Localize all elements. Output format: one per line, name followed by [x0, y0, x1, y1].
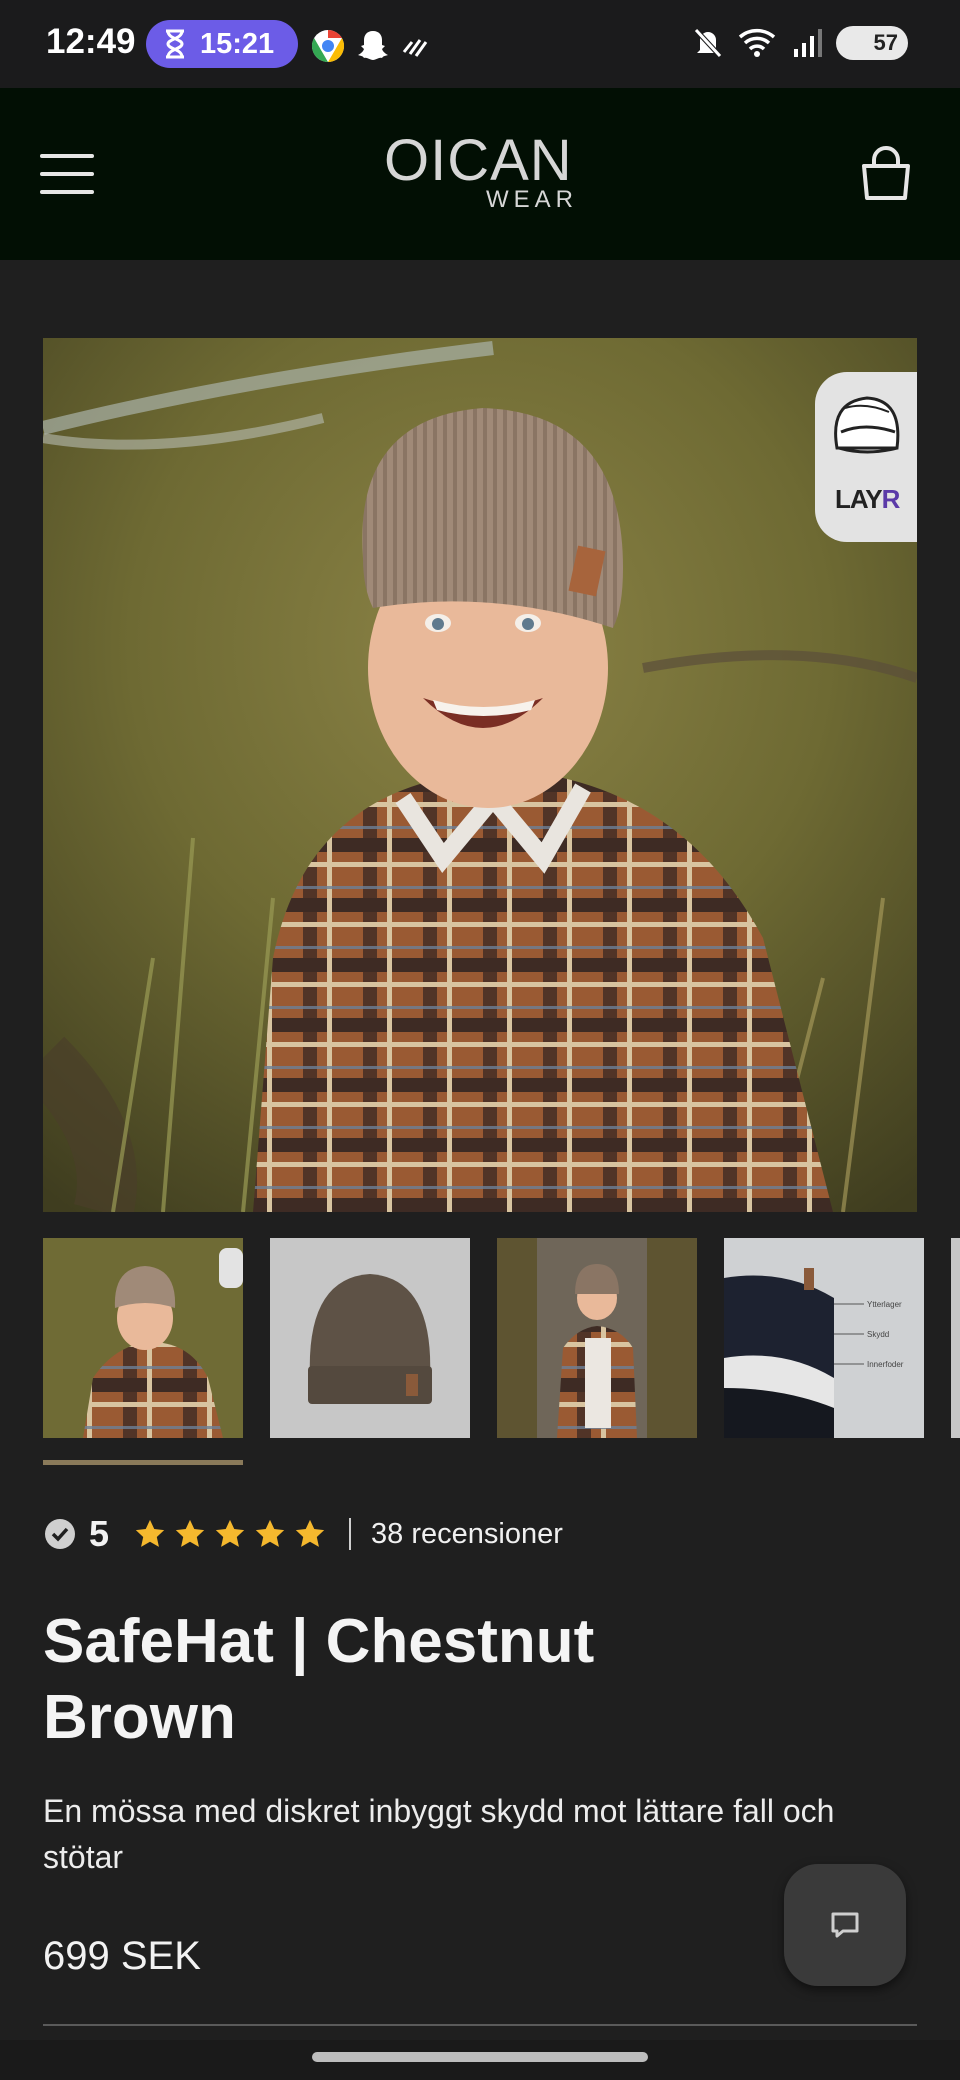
thumbnail-1[interactable] — [43, 1238, 243, 1438]
menu-button[interactable] — [40, 152, 96, 196]
timer-text: 15:21 — [200, 27, 275, 60]
layr-badge: LAYR — [815, 372, 917, 542]
hourglass-icon — [166, 29, 184, 59]
status-bar: 12:49 15:21 57 — [0, 0, 960, 88]
star-icon — [295, 1519, 325, 1547]
thumbnail-strip: Ytterlager Skydd Innerfoder — [43, 1238, 960, 1438]
layr-text-main: LAY — [835, 484, 883, 514]
system-icons: 57 — [692, 26, 908, 60]
battery-level: 57 — [873, 30, 898, 55]
battery-icon: 57 — [836, 26, 908, 60]
shopping-bag-icon — [862, 146, 910, 200]
home-gesture-handle[interactable] — [312, 2052, 648, 2062]
star-icon — [215, 1519, 245, 1547]
timer-pill: 15:21 — [146, 20, 298, 68]
section-divider — [43, 2024, 917, 2026]
star-icon — [135, 1519, 165, 1547]
logo-subtext: WEAR — [486, 186, 578, 213]
rating-row[interactable]: 5 38 recensioner — [43, 1512, 563, 1556]
signal-lines-icon — [402, 39, 428, 57]
status-time: 12:49 — [46, 22, 136, 61]
menu-icon — [40, 154, 94, 158]
thumbnail-3[interactable] — [497, 1238, 697, 1438]
layr-text-accent: R — [881, 484, 901, 514]
snapchat-icon — [358, 31, 388, 60]
layer-label-protection: Skydd — [867, 1330, 889, 1339]
thumbnail-active-indicator — [43, 1460, 243, 1465]
product-main-image[interactable] — [43, 338, 917, 1212]
layr-logo-text: LAYR — [835, 484, 901, 515]
product-description: En mössa med diskret inbyggt skydd mot l… — [43, 1793, 835, 1875]
menu-icon-line — [40, 190, 94, 194]
chat-button[interactable] — [784, 1864, 906, 1986]
thumbnail-photo-boy — [43, 1238, 243, 1438]
chat-bubble-icon — [831, 1912, 859, 1938]
logo-wordmark: OICAN — [384, 128, 573, 193]
mute-icon — [694, 28, 722, 58]
rating-divider — [349, 1518, 352, 1550]
thumbnail-2[interactable] — [270, 1238, 470, 1438]
star-icon — [255, 1519, 285, 1547]
cell-signal-icon — [794, 29, 822, 57]
layer-label-outer: Ytterlager — [867, 1300, 902, 1309]
reviews-link[interactable]: 38 recensioner — [371, 1518, 563, 1551]
product-title: SafeHat | Chestnut Brown — [43, 1607, 595, 1752]
helmet-beanie-icon — [834, 396, 900, 454]
system-nav-bar — [0, 2040, 960, 2080]
star-icon — [175, 1519, 205, 1547]
product-photo — [43, 338, 917, 1212]
site-header: OICAN WEAR — [0, 88, 960, 260]
thumbnail-photo-beanie — [270, 1238, 470, 1438]
thumbnail-5[interactable] — [951, 1238, 960, 1438]
rating-score: 5 — [89, 1513, 110, 1554]
product-price: 699 SEK — [43, 1934, 201, 1978]
verified-check-icon — [45, 1519, 75, 1549]
thumbnail-photo-tree — [497, 1238, 697, 1438]
thumbnail-4[interactable]: Ytterlager Skydd Innerfoder — [724, 1238, 924, 1438]
notification-icons — [310, 28, 430, 64]
menu-icon-line — [40, 172, 94, 176]
wifi-icon — [738, 29, 776, 57]
chrome-icon — [311, 29, 345, 63]
brand-logo[interactable]: OICAN WEAR — [384, 128, 580, 214]
layer-label-inner: Innerfoder — [867, 1360, 904, 1369]
star-rating — [133, 1517, 327, 1551]
thumbnail-photo-layers: Ytterlager Skydd Innerfoder — [724, 1238, 924, 1438]
cart-button[interactable] — [858, 146, 914, 204]
